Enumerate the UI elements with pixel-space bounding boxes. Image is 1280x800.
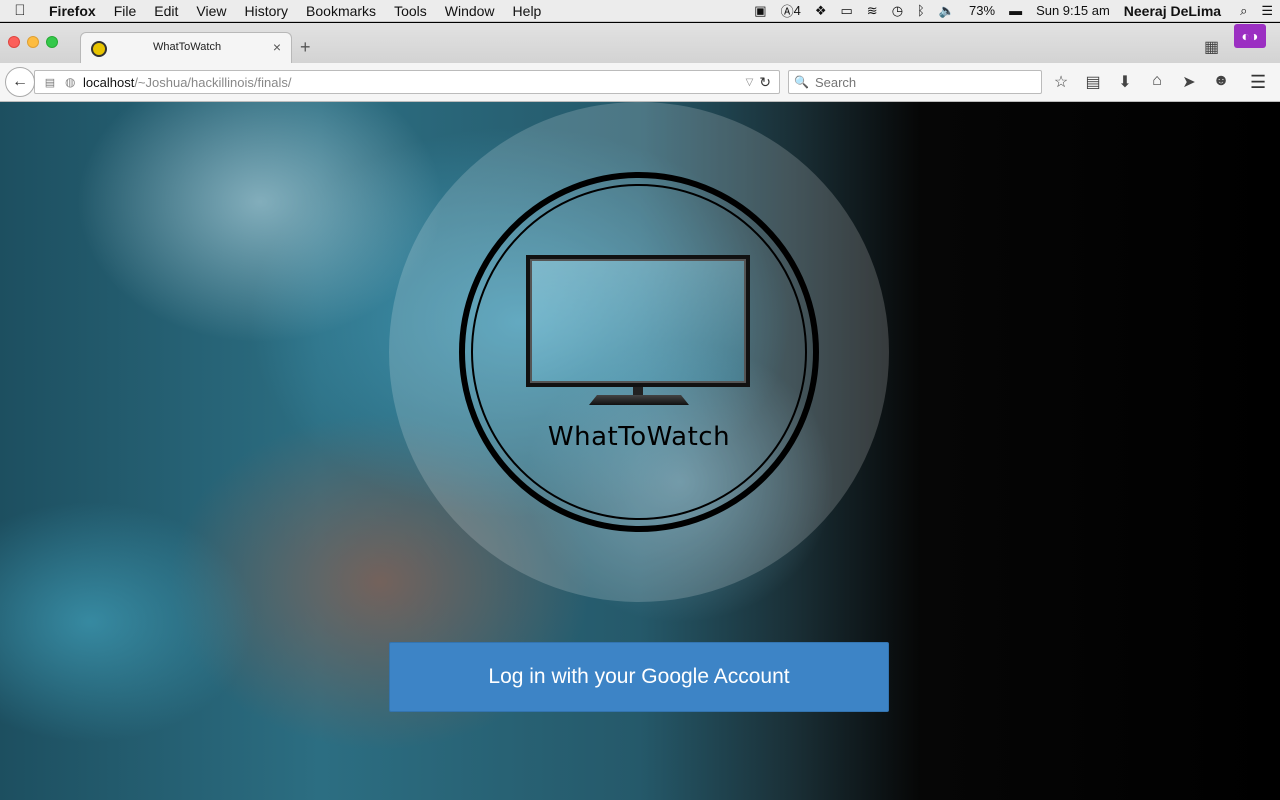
url-bar[interactable]: ▤ ◍ localhost /~Joshua/hackillinois/fina… — [34, 70, 780, 94]
menu-file[interactable]: File — [105, 3, 146, 19]
hamburger-menu-icon[interactable]: ☰ — [1250, 72, 1266, 93]
menu-tools[interactable]: Tools — [385, 3, 436, 19]
menu-view[interactable]: View — [187, 3, 235, 19]
tab-close-icon[interactable]: × — [273, 39, 281, 55]
bookmark-star-icon[interactable]: ☆ — [1050, 72, 1072, 92]
airplay-icon[interactable]: ▭ — [833, 3, 859, 19]
tab-title: WhatToWatch — [153, 41, 222, 53]
volume-icon[interactable]: 🔈 — [932, 3, 962, 19]
menu-window[interactable]: Window — [436, 3, 504, 19]
nav-bar: ▤ ◍ localhost /~Joshua/hackillinois/fina… — [0, 63, 1280, 102]
battery-icon[interactable]: ▬ — [1002, 3, 1029, 18]
url-host[interactable]: localhost — [83, 75, 134, 90]
google-login-button[interactable]: Log in with your Google Account — [389, 642, 889, 712]
bluetooth-icon[interactable]: ᛒ — [910, 3, 932, 18]
menu-bar:  Firefox File Edit View History Bookmar… — [0, 0, 1280, 22]
adobe-status[interactable]: Ⓐ 4 — [774, 1, 808, 20]
history-dropmarker-icon[interactable]: ▽ — [746, 77, 760, 88]
menu-bookmarks[interactable]: Bookmarks — [297, 3, 385, 19]
tab-groups-icon[interactable]: ▦ — [1204, 37, 1219, 57]
search-input[interactable] — [814, 74, 1015, 90]
private-browsing-mask-icon: ◐◑ — [1234, 24, 1266, 48]
globe-icon: ◍ — [65, 75, 76, 89]
toolbar-icons: ☆ ▤ ⬇ ⌂ ➤ ☻ — [1050, 72, 1232, 92]
brand-name: WhatToWatch — [547, 422, 731, 452]
tv-logo-icon — [526, 255, 750, 387]
reading-list-icon[interactable]: ▤ — [1082, 72, 1104, 92]
tv-stand — [589, 395, 689, 405]
tab-strip: WhatToWatch × + ▦ ◐◑ — [0, 23, 1280, 64]
menu-history[interactable]: History — [235, 3, 297, 19]
back-button[interactable]: ← — [5, 67, 35, 97]
tv-neck — [633, 387, 643, 396]
reload-icon[interactable]: ↻ — [759, 74, 779, 91]
battery-percent[interactable]: 73% — [962, 3, 1002, 18]
screen-mirror-icon[interactable]: ▣ — [747, 3, 773, 19]
clock[interactable]: Sun 9:15 am — [1029, 3, 1117, 18]
share-icon[interactable]: ➤ — [1178, 72, 1200, 92]
home-icon[interactable]: ⌂ — [1146, 72, 1168, 92]
menu-help[interactable]: Help — [504, 3, 551, 19]
wifi-icon[interactable]: ≋ — [860, 3, 885, 19]
window-minimize-button[interactable] — [27, 36, 39, 48]
dropbox-icon[interactable]: ❖ — [808, 3, 834, 19]
url-path[interactable]: /~Joshua/hackillinois/finals/ — [134, 75, 291, 90]
tab-whattowatch[interactable]: WhatToWatch × — [80, 32, 292, 64]
spotlight-icon[interactable]: ⌕ — [1233, 3, 1254, 19]
identity-box-icon[interactable]: ▤ — [35, 76, 65, 89]
adobe-count: 4 — [793, 3, 801, 18]
time-machine-icon[interactable]: ◷ — [885, 3, 910, 19]
notification-center-icon[interactable]: ☰ — [1254, 3, 1280, 19]
tv-favicon-icon — [91, 41, 107, 57]
new-tab-button[interactable]: + — [300, 37, 311, 58]
menu-edit[interactable]: Edit — [145, 3, 187, 19]
window-zoom-button[interactable] — [46, 36, 58, 48]
page-background: WhatToWatch Log in with your Google Acco… — [0, 102, 1280, 800]
hello-chat-icon[interactable]: ☻ — [1210, 72, 1232, 92]
apple-menu-icon[interactable]:  — [0, 2, 40, 19]
search-icon: 🔍 — [794, 75, 809, 89]
user-name[interactable]: Neeraj DeLima — [1117, 3, 1233, 19]
downloads-icon[interactable]: ⬇ — [1114, 72, 1136, 92]
window-close-button[interactable] — [8, 36, 20, 48]
search-bar[interactable]: 🔍 — [788, 70, 1042, 94]
adobe-icon: Ⓐ — [780, 4, 794, 19]
menu-app-firefox[interactable]: Firefox — [40, 3, 105, 19]
